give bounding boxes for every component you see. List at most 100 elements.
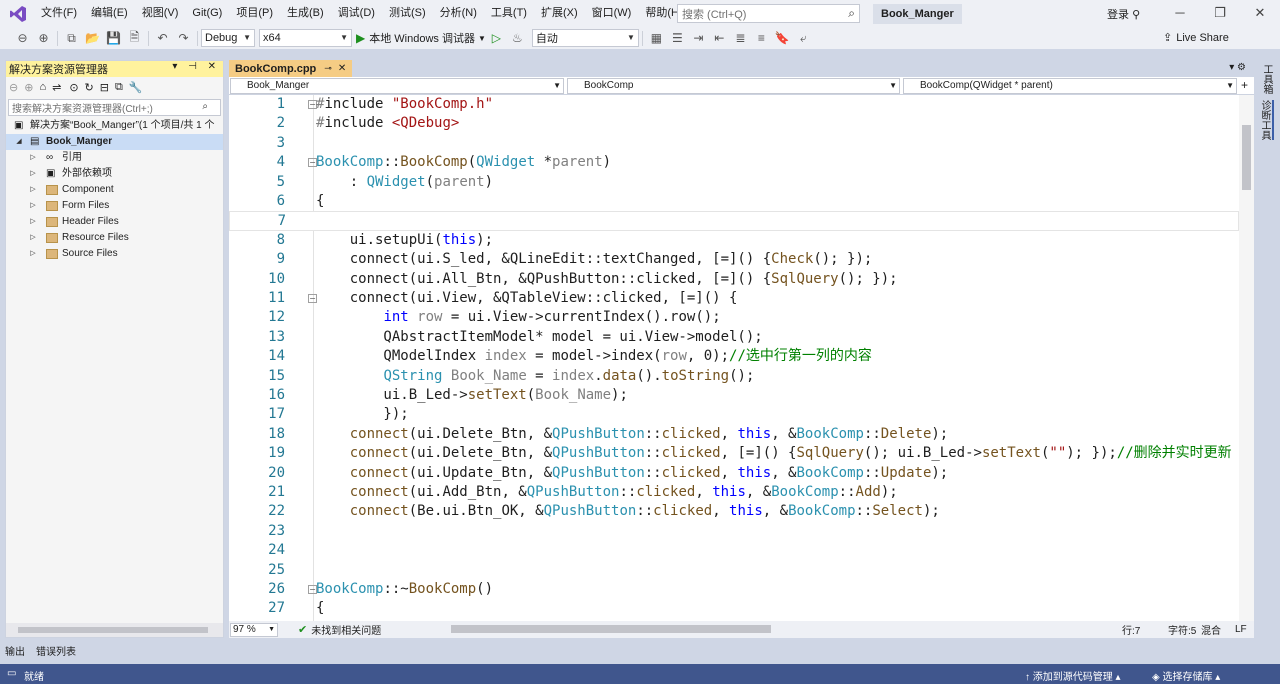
save-icon[interactable]: 💾 bbox=[105, 30, 122, 47]
horizontal-scrollbar[interactable] bbox=[6, 623, 223, 637]
code-line[interactable]: 8 ui.setupUi(this); bbox=[229, 231, 1239, 250]
toolbar-misc-icon[interactable]: ≣ bbox=[732, 30, 749, 47]
toolbar-misc-icon[interactable]: ⤶ bbox=[795, 30, 812, 47]
select-repository-button[interactable]: ◈ 选择存储库 ▴ bbox=[1152, 668, 1220, 683]
project-nav-select[interactable]: Book_Manger ▼ bbox=[230, 78, 564, 94]
collapsed-icon[interactable]: ▷ bbox=[28, 166, 38, 182]
code-line[interactable]: 13 QAbstractItemModel* model = ui.View->… bbox=[229, 328, 1239, 347]
code-line[interactable]: 15 QString Book_Name = index.data().toSt… bbox=[229, 367, 1239, 386]
menu-item[interactable]: 文件(F) bbox=[34, 0, 84, 27]
collapsed-icon[interactable]: ▷ bbox=[28, 198, 38, 214]
collapsed-icon[interactable]: ▷ bbox=[28, 150, 38, 166]
indent-mode[interactable]: 混合 bbox=[1201, 622, 1221, 637]
menu-item[interactable]: 分析(N) bbox=[433, 0, 484, 27]
zoom-select[interactable]: 97 % ▼ bbox=[230, 622, 278, 637]
open-icon[interactable]: 📂 bbox=[84, 30, 101, 47]
collapsed-icon[interactable]: ▷ bbox=[28, 230, 38, 246]
code-line[interactable]: 26− BookComp::~BookComp() bbox=[229, 580, 1239, 599]
tree-item-solution[interactable]: ▣ 解决方案“Book_Manger”(1 个项目/共 1 个 bbox=[6, 118, 223, 134]
menu-item[interactable]: 视图(V) bbox=[135, 0, 186, 27]
code-editor[interactable]: 1− #include "BookComp.h" 2 #include <QDebug… bbox=[229, 95, 1239, 621]
close-button[interactable]: ✕ bbox=[1250, 3, 1270, 23]
config-select[interactable]: Debug ▼ bbox=[201, 29, 255, 47]
toolbar-misc-icon[interactable]: ⇥ bbox=[690, 30, 707, 47]
live-share-button[interactable]: ⇪ Live Share bbox=[1163, 31, 1229, 45]
menu-item[interactable]: 调试(D) bbox=[331, 0, 382, 27]
tree-item-1[interactable]: ▷ ▣ 外部依赖项 bbox=[6, 166, 223, 182]
auto-select[interactable]: 自动 ▼ bbox=[531, 29, 639, 47]
forward-icon[interactable]: ⊕ bbox=[24, 81, 33, 94]
menu-item[interactable]: 扩展(X) bbox=[534, 0, 585, 27]
home-icon[interactable]: ⌂ bbox=[39, 81, 46, 93]
restore-button[interactable]: ❐ bbox=[1210, 3, 1230, 23]
tree-item-5[interactable]: ▷ Resource Files bbox=[6, 230, 223, 246]
tree-item-project[interactable]: ◢ ▤ Book_Manger bbox=[6, 134, 223, 150]
new-project-icon[interactable]: ⧉ bbox=[63, 30, 80, 47]
menu-item[interactable]: 工具(T) bbox=[484, 0, 534, 27]
toolbar-misc-icon[interactable]: ≡ bbox=[753, 30, 770, 47]
code-line[interactable]: 18 connect(ui.Delete_Btn, &QPushButton::… bbox=[229, 425, 1239, 444]
menu-item[interactable]: 编辑(E) bbox=[84, 0, 135, 27]
code-line[interactable]: 16 ui.B_Led->setText(Book_Name); bbox=[229, 386, 1239, 405]
panel-controls[interactable]: ▾ ⊣ ✕ bbox=[172, 61, 220, 72]
tree-item-2[interactable]: ▷ Component bbox=[6, 182, 223, 198]
toolbox-tab[interactable]: 工具箱 bbox=[1260, 64, 1274, 94]
login-link[interactable]: 登录 ⚲ bbox=[1107, 6, 1140, 22]
code-line[interactable]: 1− #include "BookComp.h" bbox=[229, 95, 1239, 114]
code-line[interactable]: 4− BookComp::BookComp(QWidget *parent) bbox=[229, 153, 1239, 172]
collapse-all-icon[interactable]: ⊟ bbox=[100, 81, 109, 94]
menu-item[interactable]: Git(G) bbox=[185, 0, 229, 27]
menu-item[interactable]: 测试(S) bbox=[382, 0, 433, 27]
code-line[interactable]: 7 bbox=[229, 211, 1239, 231]
code-line[interactable]: 20 connect(ui.Update_Btn, &QPushButton::… bbox=[229, 464, 1239, 483]
menu-item[interactable]: 窗口(W) bbox=[585, 0, 639, 27]
forward-icon[interactable]: ⊕ bbox=[35, 30, 52, 47]
code-line[interactable]: 11− connect(ui.View, &QTableView::clicke… bbox=[229, 289, 1239, 308]
hot-reload-icon[interactable]: ♨ bbox=[509, 30, 526, 47]
toolbar-misc-icon[interactable]: ☰ bbox=[669, 30, 686, 47]
code-line[interactable]: 17 }); bbox=[229, 405, 1239, 424]
code-line[interactable]: 10 connect(ui.All_Btn, &QPushButton::cli… bbox=[229, 270, 1239, 289]
code-line[interactable]: 24 bbox=[229, 541, 1239, 560]
error-list-tab[interactable]: 错误列表 bbox=[36, 643, 76, 658]
code-line[interactable]: 3 bbox=[229, 134, 1239, 153]
code-line[interactable]: 21 connect(ui.Add_Btn, &QPushButton::cli… bbox=[229, 483, 1239, 502]
code-line[interactable]: 27 { bbox=[229, 599, 1239, 618]
collapsed-icon[interactable]: ▷ bbox=[28, 182, 38, 198]
tree-item-4[interactable]: ▷ Header Files bbox=[6, 214, 223, 230]
tree-item-0[interactable]: ▷ ∞ 引用 bbox=[6, 150, 223, 166]
add-to-source-control-button[interactable]: ↑ 添加到源代码管理 ▴ bbox=[1025, 668, 1121, 683]
code-line[interactable]: 6{ bbox=[229, 192, 1239, 211]
menu-item[interactable]: 项目(P) bbox=[229, 0, 280, 27]
code-line[interactable]: 5 : QWidget(parent) bbox=[229, 173, 1239, 192]
diagnostic-tools-tab[interactable]: 诊断工具 bbox=[1259, 100, 1274, 140]
vertical-scrollbar[interactable] bbox=[1239, 95, 1254, 621]
minimize-button[interactable]: ─ bbox=[1170, 3, 1190, 23]
back-icon[interactable]: ⊖ bbox=[9, 81, 18, 94]
solution-search-input[interactable]: 搜索解决方案资源管理器(Ctrl+;) ⌕ bbox=[8, 99, 221, 116]
pending-changes-icon[interactable]: ⊙ bbox=[69, 81, 78, 94]
properties-icon[interactable]: 🔧 bbox=[129, 81, 143, 94]
toolbar-misc-icon[interactable]: ⇤ bbox=[711, 30, 728, 47]
start-without-debug-icon[interactable]: ▷ bbox=[488, 30, 505, 47]
collapsed-icon[interactable]: ▷ bbox=[28, 246, 38, 262]
code-line[interactable]: 23 bbox=[229, 522, 1239, 541]
bookmark-icon[interactable]: 🔖 bbox=[774, 30, 791, 47]
code-line[interactable]: 25 bbox=[229, 561, 1239, 580]
platform-select[interactable]: x64 ▼ bbox=[259, 29, 352, 47]
show-all-files-icon[interactable]: ⧉ bbox=[115, 81, 123, 94]
close-tab-icon[interactable]: ✕ bbox=[338, 63, 346, 74]
run-debugger-button[interactable]: ▶ 本地 Windows 调试器 ▼ bbox=[356, 30, 486, 46]
undo-icon[interactable]: ↶ bbox=[154, 30, 171, 47]
toolbar-misc-icon[interactable]: ▦ bbox=[648, 30, 665, 47]
code-line[interactable]: 9 connect(ui.S_led, &QLineEdit::textChan… bbox=[229, 250, 1239, 269]
tree-item-3[interactable]: ▷ Form Files bbox=[6, 198, 223, 214]
search-input[interactable]: 搜索 (Ctrl+Q) ⌕ bbox=[677, 4, 860, 23]
tree-item-6[interactable]: ▷ Source Files bbox=[6, 246, 223, 262]
tab-bookcomp-cpp[interactable]: BookComp.cpp ⊸ ✕ bbox=[229, 60, 353, 77]
sync-icon[interactable]: ↻ bbox=[85, 81, 94, 94]
collapsed-icon[interactable]: ▷ bbox=[28, 214, 38, 230]
code-line[interactable]: 14 QModelIndex index = model->index(row,… bbox=[229, 347, 1239, 366]
member-nav-select[interactable]: BookComp(QWidget * parent) ▼ bbox=[903, 78, 1237, 94]
menu-item[interactable]: 生成(B) bbox=[280, 0, 331, 27]
